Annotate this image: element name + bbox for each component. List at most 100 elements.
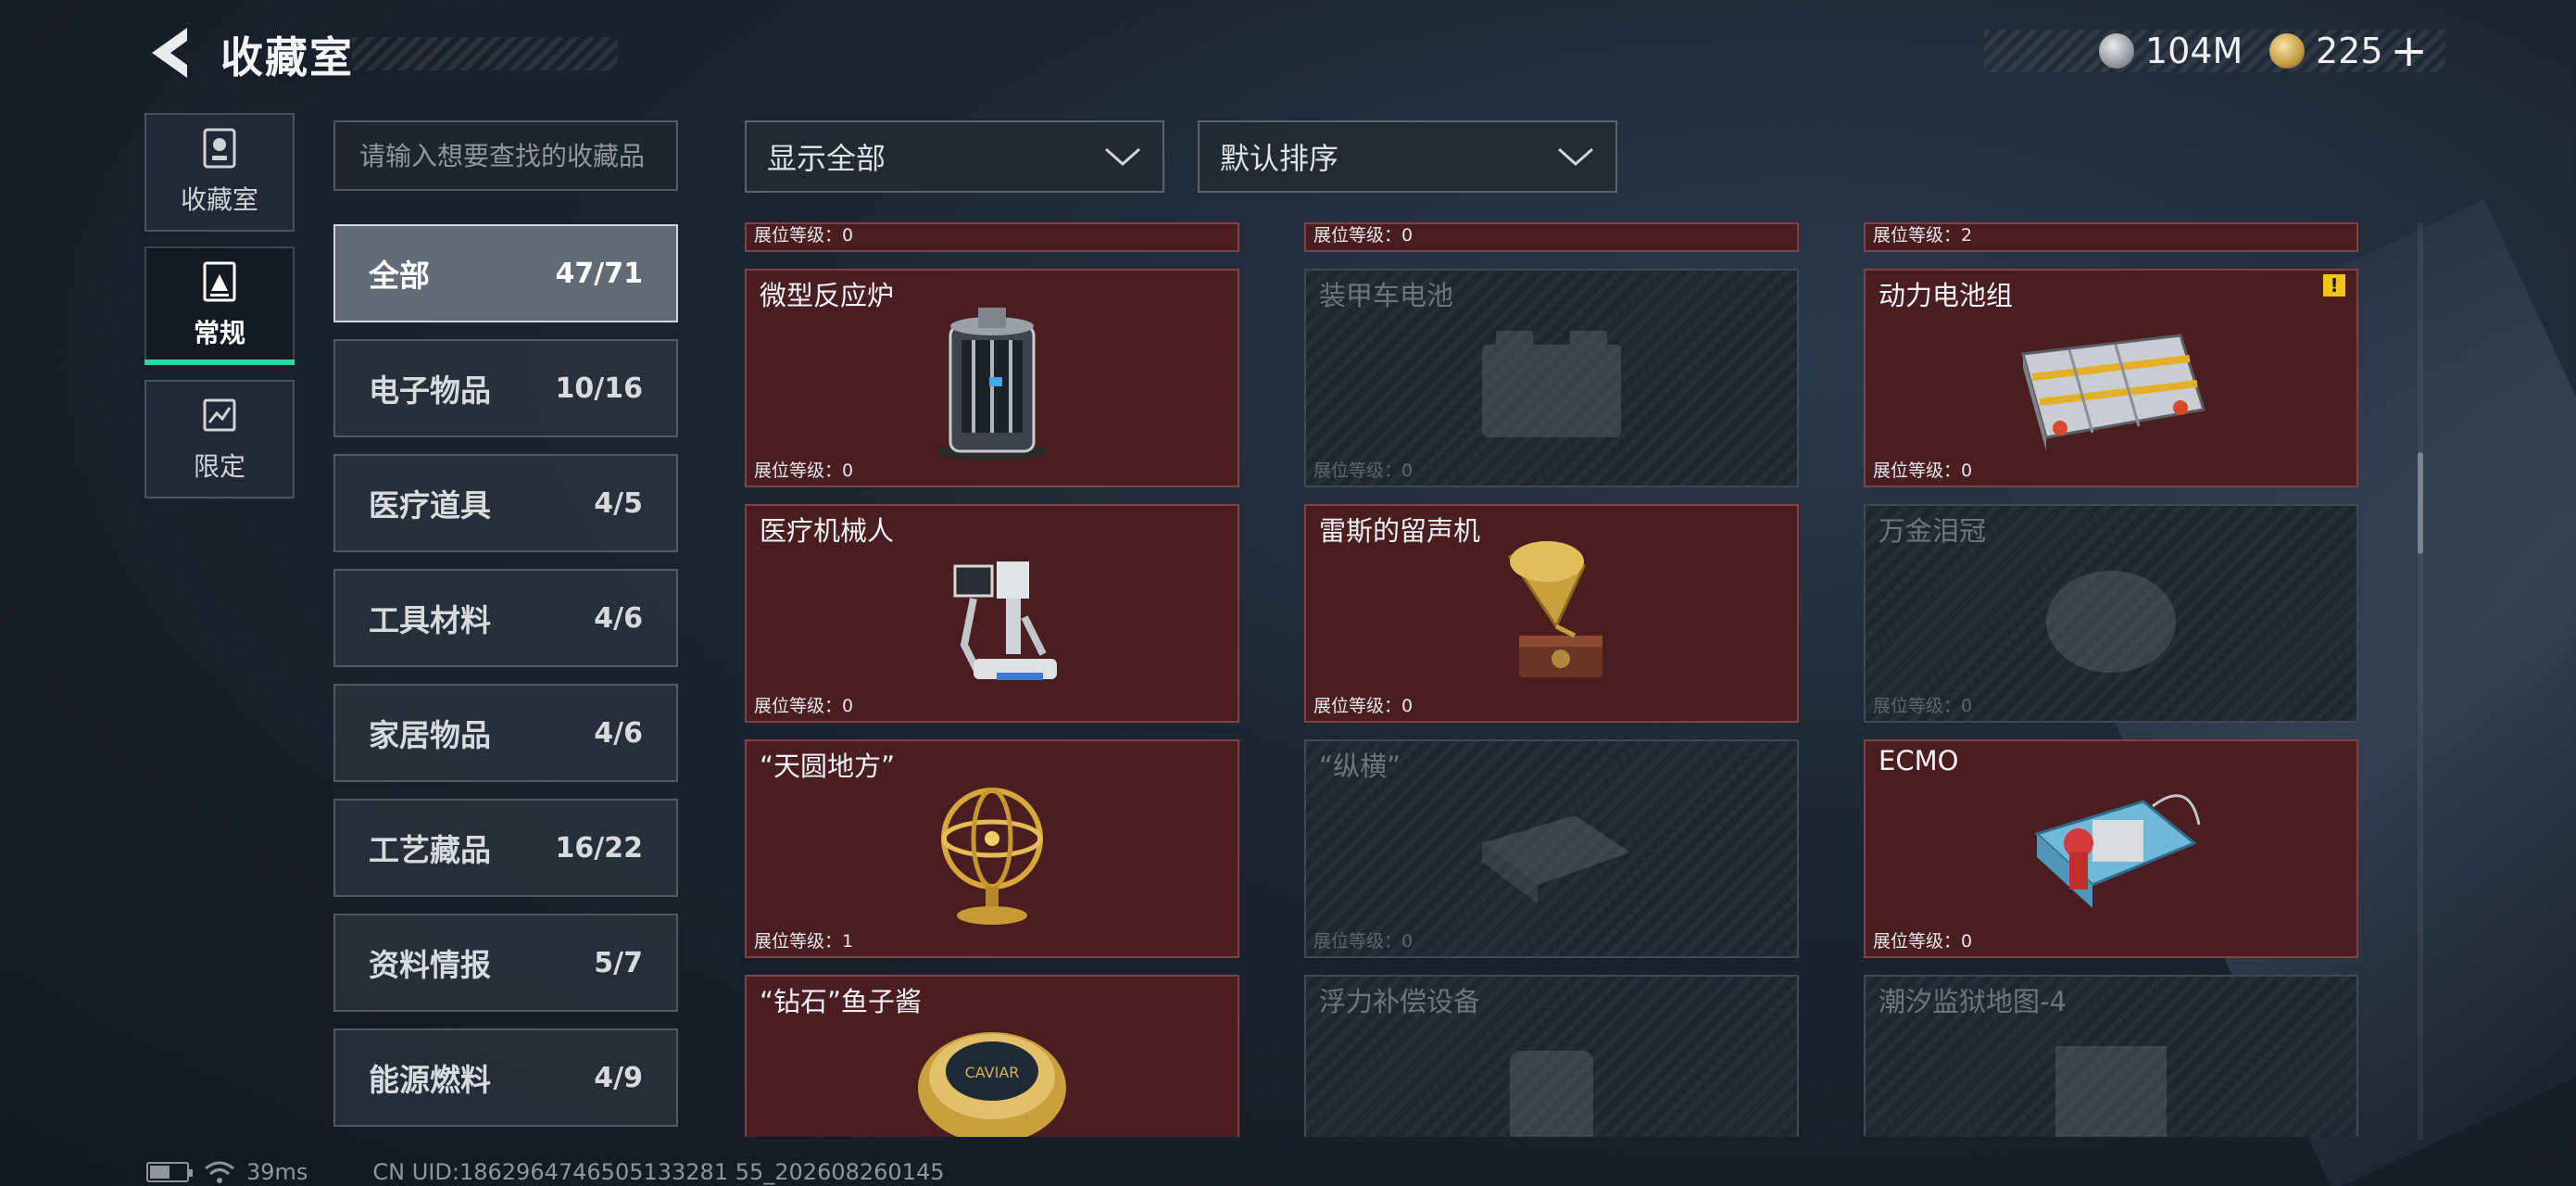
booth-level: 展位等级：0 [1873,931,1973,952]
category-count: 4/6 [594,601,643,635]
gold-coin-icon [2269,33,2305,69]
sort-dropdown[interactable]: 默认排序 [1198,120,1617,193]
medical-robot-icon [953,561,1057,680]
caviar-icon: CAVIAR [918,1032,1066,1137]
armillary-icon [941,788,1043,925]
category-count: 4/9 [594,1061,643,1094]
category-name: 电子物品 [369,372,491,409]
collection-card-locked[interactable]: 潮汐监狱地图-4 [1864,975,2358,1137]
trophy-icon [203,128,236,169]
item-name: 装甲车电池 [1319,280,1454,311]
wifi-icon [205,1161,234,1183]
category-household[interactable]: 家居物品 4/6 [333,684,678,782]
user-uid: CN UID:1862964746505133281 55_2026082601… [372,1159,945,1185]
collection-card[interactable]: 动力电池组 ! 展位等级：0 [1864,269,2358,487]
ping-value: 39ms [246,1159,308,1185]
category-name: 家居物品 [369,717,491,753]
item-name: 微型反应炉 [760,280,895,311]
collection-card-locked[interactable]: “纵横” 展位等级：0 [1304,739,1799,958]
nav-tab-limited[interactable]: 限定 [145,380,295,498]
reactor-icon [936,308,1048,461]
item-name: 动力电池组 [1879,280,2014,311]
limited-icon [203,398,236,432]
battery-level [150,1166,170,1179]
category-count: 10/16 [555,372,643,405]
search-input[interactable] [359,140,652,171]
sort-value: 默认排序 [1220,141,1339,176]
category-name: 全部 [369,258,430,294]
category-all[interactable]: 全部 47/71 [333,224,678,322]
board-game-icon [1482,815,1630,903]
collection-card[interactable]: 医疗机械人 展位等级：0 [745,504,1239,723]
category-tools[interactable]: 工具材料 4/6 [333,569,678,667]
category-count: 4/5 [594,486,643,520]
bcd-icon [1510,1051,1593,1137]
collection-card-locked[interactable]: 浮力补偿设备 [1304,975,1799,1137]
collection-card-locked[interactable]: 万金泪冠 展位等级：0 [1864,504,2358,723]
item-name: 医疗机械人 [760,515,895,547]
category-name: 能源燃料 [369,1062,491,1098]
category-count: 5/7 [594,946,643,979]
category-electronics[interactable]: 电子物品 10/16 [333,339,678,437]
silver-amount: 104M [2145,31,2243,71]
category-count: 4/6 [594,716,643,750]
category-name: 资料情报 [369,947,491,983]
grid-scrollbar-thumb[interactable] [2418,452,2423,554]
title-decoration [352,37,618,70]
collection-card[interactable]: 雷斯的留声机 展位等级：0 [1304,504,1799,723]
crown-icon [2046,571,2176,673]
collection-card-partial[interactable]: 展位等级：0 [745,222,1239,252]
category-name: 工具材料 [369,602,491,638]
booth-level: 展位等级：0 [754,696,854,716]
chevron-down-icon [1105,147,1140,167]
item-name: ECMO [1879,745,1959,776]
booth-level: 展位等级：0 [754,461,854,481]
back-button[interactable] [139,20,204,85]
category-name: 工艺藏品 [369,832,491,868]
collection-card[interactable]: “天圆地方” 展位等级：1 [745,739,1239,958]
booth-level: 展位等级：0 [1313,461,1414,481]
booth-level: 展位等级：0 [1313,225,1414,246]
gold-amount: 225 [2316,31,2383,71]
booth-level: 展位等级：0 [1873,696,1973,716]
category-crafts[interactable]: 工艺藏品 16/22 [333,799,678,897]
category-name: 医疗道具 [369,487,491,524]
collection-card-locked[interactable]: 装甲车电池 展位等级：0 [1304,269,1799,487]
map-icon [2055,1046,2167,1137]
chevron-down-icon [1558,147,1593,167]
booth-level: 展位等级：0 [1313,696,1414,716]
category-count: 47/71 [555,257,643,290]
nav-tab-collection[interactable]: 收藏室 [145,113,295,232]
booth-level: 展位等级：0 [1313,931,1414,952]
search-field[interactable] [333,120,678,191]
booth-level: 展位等级：0 [1873,461,1973,481]
document-icon [203,261,236,302]
collection-card-partial[interactable]: 展位等级：0 [1304,222,1799,252]
item-name: “纵横” [1319,751,1401,782]
nav-label: 常规 [193,318,245,348]
nav-tab-regular[interactable]: 常规 [145,246,295,365]
collection-card[interactable]: ECMO 展位等级：0 [1864,739,2358,958]
page-title: 收藏室 [220,32,354,82]
nav-label: 限定 [193,451,245,482]
battery-icon [146,1162,193,1182]
category-count: 16/22 [555,831,643,864]
display-filter-dropdown[interactable]: 显示全部 [745,120,1164,193]
booth-level: 展位等级：0 [754,225,854,246]
collection-card[interactable]: 微型反应炉 展位等级：0 [745,269,1239,487]
display-filter-value: 显示全部 [767,141,886,176]
category-intel[interactable]: 资料情报 5/7 [333,914,678,1012]
collection-card[interactable]: “钻石”鱼子酱 CAVIAR [745,975,1239,1137]
caviar-label: CAVIAR [965,1064,1020,1081]
warning-badge: ! [2323,274,2345,296]
gold-currency: 225 + [2269,28,2428,74]
category-energy[interactable]: 能源燃料 4/9 [333,1028,678,1127]
grid-scrollbar-track[interactable] [2418,222,2423,1140]
collection-card-partial[interactable]: 展位等级：2 [1864,222,2358,252]
item-name: “天圆地方” [760,751,896,782]
nav-label: 收藏室 [180,184,258,215]
collection-grid: 展位等级：0 展位等级：0 展位等级：2 微型反应炉 展位等级：0 装甲车电池 … [741,222,2408,1137]
category-medical[interactable]: 医疗道具 4/5 [333,454,678,552]
add-currency-button[interactable]: + [2391,29,2428,73]
status-footer: 39ms CN UID:1862964746505133281 55_20260… [146,1158,945,1186]
